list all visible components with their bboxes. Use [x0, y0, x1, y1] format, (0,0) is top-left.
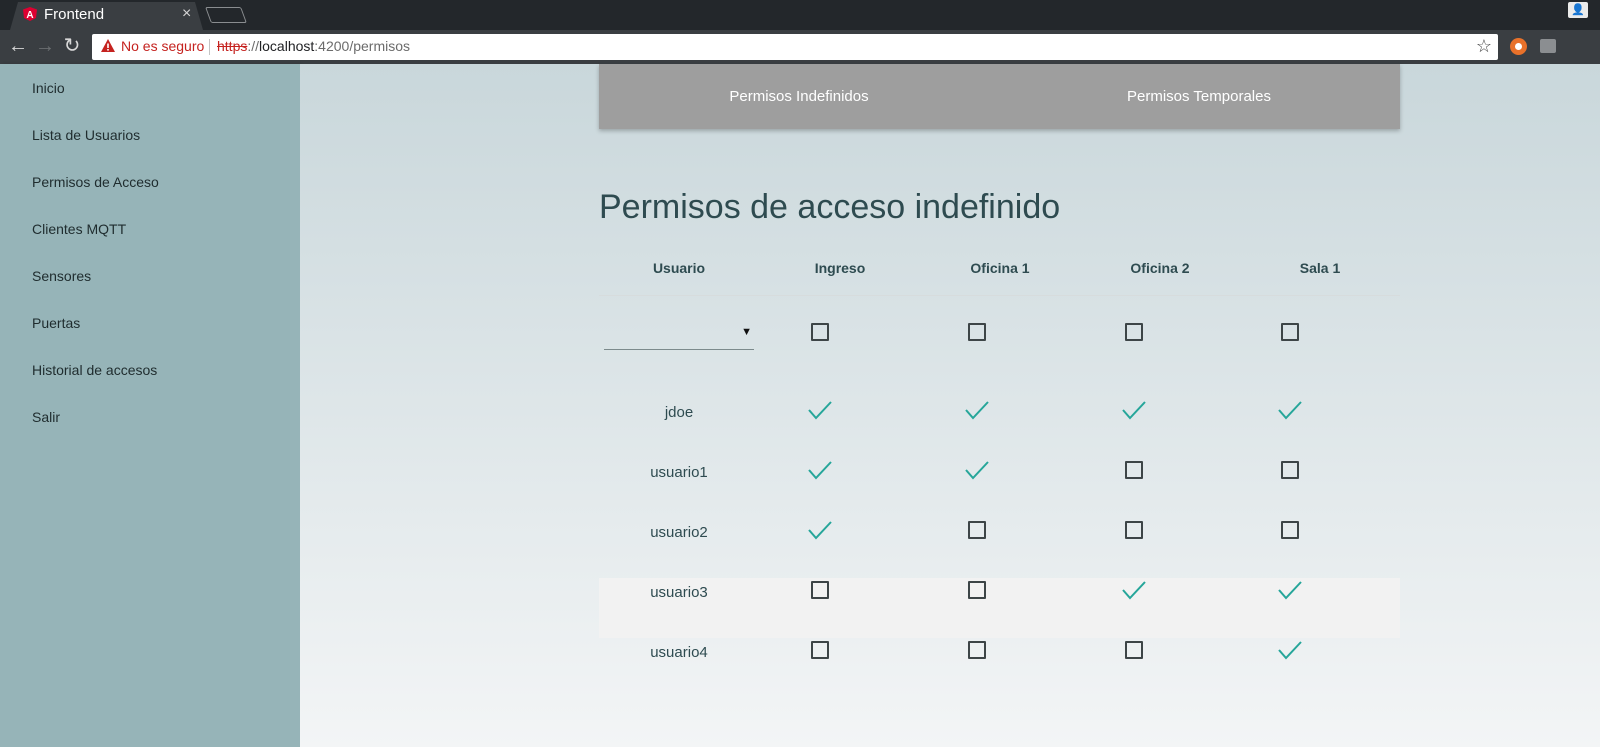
tab-title: Frontend [44, 6, 105, 23]
reload-button[interactable]: ↻ [60, 34, 84, 58]
checkbox-usuario2-oficina-2[interactable] [1125, 521, 1143, 539]
url-separator: :// [247, 38, 260, 54]
checkbox-new-oficina-2[interactable] [1125, 323, 1143, 341]
address-bar[interactable]: No es seguro https://localhost:4200/perm… [92, 34, 1498, 60]
new-tab-button[interactable] [205, 7, 247, 23]
check-icon-jdoe-sala-1[interactable] [1276, 398, 1304, 422]
check-icon-usuario3-oficina-2[interactable] [1120, 578, 1148, 602]
check-icon-jdoe-oficina-2[interactable] [1120, 398, 1148, 422]
user-name-cell: usuario2 [650, 524, 708, 541]
checkbox-usuario4-oficina-1[interactable] [968, 641, 986, 659]
sidebar-item-salir[interactable]: Salir [32, 409, 60, 425]
check-icon-usuario3-sala-1[interactable] [1276, 578, 1304, 602]
checkbox-new-sala-1[interactable] [1281, 323, 1299, 341]
check-icon-usuario1-ingreso[interactable] [806, 458, 834, 482]
sidebar-item-permisos[interactable]: Permisos de Acceso [32, 174, 159, 190]
address-separator [209, 39, 210, 55]
checkbox-usuario2-oficina-1[interactable] [968, 521, 986, 539]
check-icon-usuario2-ingreso[interactable] [806, 518, 834, 542]
check-icon-jdoe-oficina-1[interactable] [963, 398, 991, 422]
checkbox-new-ingreso[interactable] [811, 323, 829, 341]
bookmark-star-icon[interactable]: ☆ [1476, 36, 1492, 57]
user-name-cell: usuario1 [650, 464, 708, 481]
column-header-oficina-2: Oficina 2 [1130, 260, 1190, 276]
checkbox-usuario1-sala-1[interactable] [1281, 461, 1299, 479]
angular-icon: A [23, 7, 37, 21]
main-content: Permisos Indefinidos Permisos Temporales… [300, 64, 1600, 747]
url-scheme: https [217, 38, 248, 54]
check-icon-usuario1-oficina-1[interactable] [963, 458, 991, 482]
security-status[interactable]: No es seguro [121, 38, 204, 54]
sidebar-item-lista-usuarios[interactable]: Lista de Usuarios [32, 127, 140, 143]
tab-permisos-temporales[interactable]: Permisos Temporales [999, 64, 1399, 129]
sidebar-item-sensores[interactable]: Sensores [32, 268, 91, 284]
browser-toolbar: ← → ↻ No es seguro https://localhost:420… [0, 30, 1600, 86]
extension-icon[interactable] [1510, 38, 1527, 55]
back-button[interactable]: ← [6, 34, 30, 58]
sidebar-item-inicio[interactable]: Inicio [32, 80, 65, 96]
url-path: :4200/permisos [314, 38, 411, 54]
tab-close-icon[interactable]: × [182, 5, 191, 23]
warning-icon [101, 39, 115, 52]
check-icon-usuario4-sala-1[interactable] [1276, 638, 1304, 662]
profile-icon[interactable]: 👤 [1568, 2, 1588, 18]
checkbox-new-oficina-1[interactable] [968, 323, 986, 341]
sidebar-item-puertas[interactable]: Puertas [32, 315, 80, 331]
dropdown-arrow-icon: ▼ [741, 326, 752, 338]
forward-button[interactable]: → [33, 34, 57, 58]
checkbox-usuario1-oficina-2[interactable] [1125, 461, 1143, 479]
browser-tab[interactable] [10, 2, 203, 30]
sidebar-item-historial[interactable]: Historial de accesos [32, 362, 157, 378]
checkbox-usuario4-ingreso[interactable] [811, 641, 829, 659]
checkbox-usuario3-ingreso[interactable] [811, 581, 829, 599]
url-text[interactable]: https://localhost:4200/permisos [217, 38, 410, 54]
page-title: Permisos de acceso indefinido [599, 188, 1061, 226]
checkbox-usuario4-oficina-2[interactable] [1125, 641, 1143, 659]
column-header-sala-1: Sala 1 [1299, 260, 1341, 276]
svg-text:A: A [26, 10, 33, 21]
sidebar-item-clientes-mqtt[interactable]: Clientes MQTT [32, 221, 126, 237]
tab-permisos-indefinidos[interactable]: Permisos Indefinidos [599, 64, 999, 129]
user-name-cell: usuario4 [650, 644, 708, 661]
column-header-usuario: Usuario [652, 260, 706, 276]
checkbox-usuario2-sala-1[interactable] [1281, 521, 1299, 539]
user-name-cell: usuario3 [650, 584, 708, 601]
column-header-oficina-1: Oficina 1 [970, 260, 1030, 276]
column-header-ingreso: Ingreso [814, 260, 866, 276]
user-select[interactable]: ▼ [604, 322, 754, 350]
checkbox-usuario3-oficina-1[interactable] [968, 581, 986, 599]
sidebar: Inicio Lista de Usuarios Permisos de Acc… [0, 64, 300, 747]
browser-tab-bar: A Frontend × 👤 [0, 0, 1600, 30]
user-name-cell: jdoe [664, 404, 694, 421]
extension-icon-2[interactable] [1540, 39, 1556, 53]
table-header-divider [599, 295, 1400, 296]
check-icon-jdoe-ingreso[interactable] [806, 398, 834, 422]
permission-tabs: Permisos Indefinidos Permisos Temporales [599, 64, 1400, 129]
url-host: localhost [259, 38, 315, 54]
